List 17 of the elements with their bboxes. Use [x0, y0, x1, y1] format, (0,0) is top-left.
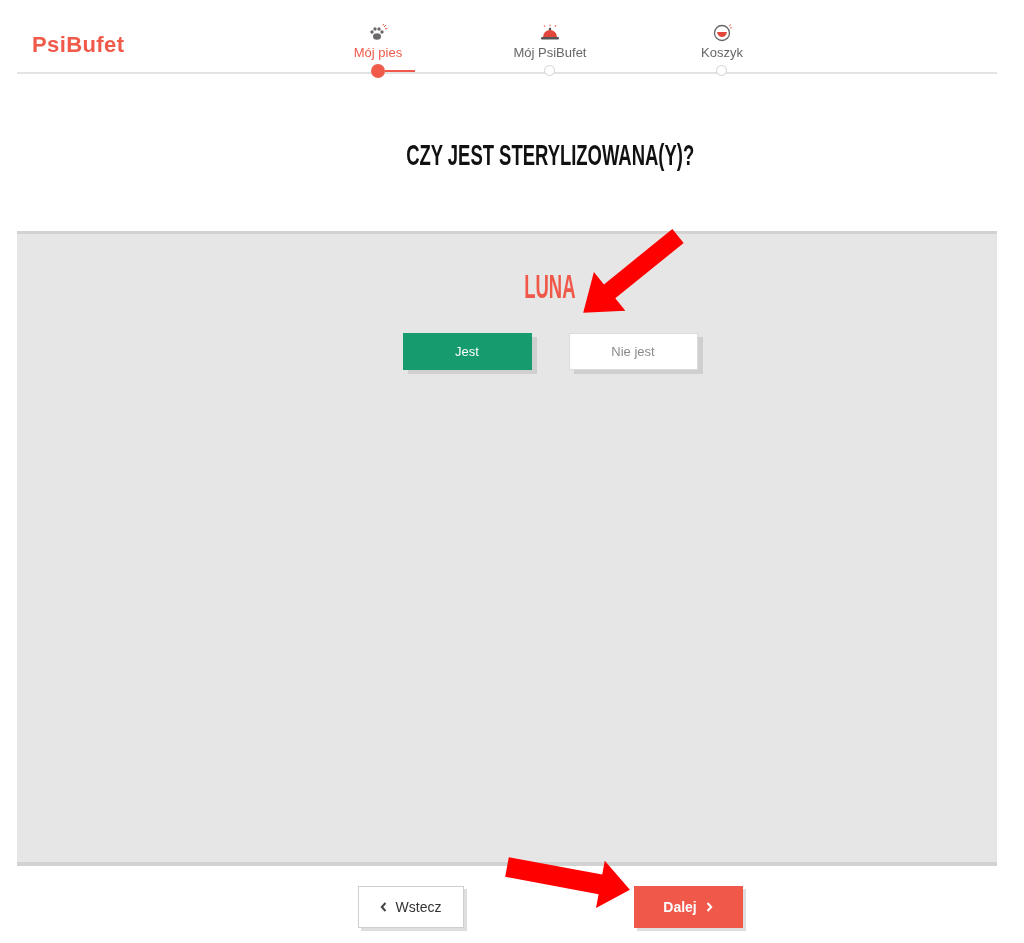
progress-line [385, 70, 415, 72]
step-marker-icon [544, 65, 555, 76]
chevron-left-icon [379, 902, 387, 912]
question-title: CZY JEST STERYLIZOWANA(Y)? [405, 140, 694, 170]
paw-icon [368, 24, 388, 42]
progress-step[interactable]: Mój pies [349, 0, 407, 62]
logo[interactable]: PsiBufet [32, 32, 125, 57]
cloche-icon [540, 24, 560, 42]
step-marker-icon [371, 64, 385, 78]
back-button[interactable]: Wstecz [357, 886, 464, 928]
progress-step[interactable]: Koszyk [697, 0, 747, 62]
chevron-right-icon [705, 902, 713, 912]
bowl-icon [712, 24, 732, 42]
step-marker-icon [716, 65, 727, 76]
pet-name: LUNA [524, 270, 576, 303]
progress-step[interactable]: Mój PsiBufet [509, 0, 591, 62]
next-button[interactable]: Dalej [633, 886, 743, 928]
